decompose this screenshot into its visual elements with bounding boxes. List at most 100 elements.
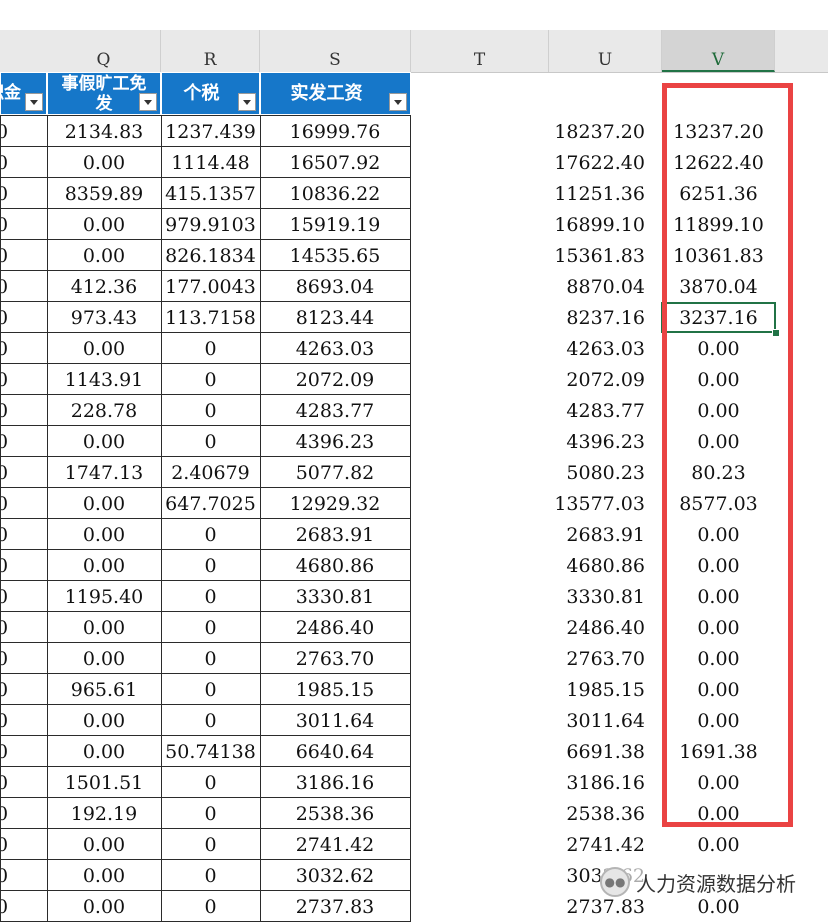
cell-r[interactable]: 0 [161, 612, 260, 643]
cell-u[interactable]: 13577.03 [549, 488, 649, 519]
cell-s[interactable]: 5077.82 [260, 457, 410, 488]
cell-r[interactable]: 50.74138 [161, 736, 260, 767]
cell-p[interactable]: 0 [0, 302, 47, 333]
cell-u[interactable]: 8237.16 [549, 302, 649, 333]
cell-q[interactable]: 8359.89 [47, 178, 161, 209]
cell-p[interactable]: 0 [0, 333, 47, 364]
cell-s[interactable]: 2683.91 [260, 519, 410, 550]
cell-p[interactable]: 0 [0, 271, 47, 302]
filter-dropdown-icon[interactable] [238, 93, 256, 111]
cell-q[interactable]: 0.00 [47, 147, 161, 178]
cell-p[interactable]: 0 [0, 705, 47, 736]
cell-q[interactable]: 2134.83 [47, 116, 161, 147]
header-cell-q[interactable]: 事假旷工免 发 [47, 72, 161, 115]
cell-u[interactable]: 11251.36 [549, 178, 649, 209]
cell-q[interactable]: 228.78 [47, 395, 161, 426]
cell-u[interactable]: 8870.04 [549, 271, 649, 302]
cell-s[interactable]: 4283.77 [260, 395, 410, 426]
cell-u[interactable]: 3186.16 [549, 767, 649, 798]
filter-dropdown-icon[interactable] [25, 93, 43, 111]
cell-p[interactable]: 0 [0, 364, 47, 395]
cell-q[interactable]: 0.00 [47, 209, 161, 240]
header-cell-r[interactable]: 个税 [161, 72, 260, 115]
cell-u[interactable]: 18237.20 [549, 116, 649, 147]
column-header-t[interactable]: T [411, 30, 549, 72]
cell-p[interactable]: 0 [0, 488, 47, 519]
cell-q[interactable]: 0.00 [47, 550, 161, 581]
cell-r[interactable]: 1114.48 [161, 147, 260, 178]
cell-q[interactable]: 0.00 [47, 612, 161, 643]
cell-s[interactable]: 2538.36 [260, 798, 410, 829]
cell-u[interactable]: 2072.09 [549, 364, 649, 395]
cell-r[interactable]: 0 [161, 860, 260, 891]
cell-u[interactable]: 3330.81 [549, 581, 649, 612]
cell-r[interactable]: 1237.439 [161, 116, 260, 147]
cell-r[interactable]: 0 [161, 674, 260, 705]
cell-s[interactable]: 10836.22 [260, 178, 410, 209]
cell-u[interactable]: 4283.77 [549, 395, 649, 426]
cell-s[interactable]: 8123.44 [260, 302, 410, 333]
cell-q[interactable]: 0.00 [47, 891, 161, 922]
cell-r[interactable]: 177.0043 [161, 271, 260, 302]
cell-r[interactable]: 0 [161, 581, 260, 612]
cell-s[interactable]: 3032.62 [260, 860, 410, 891]
cell-u[interactable]: 2486.40 [549, 612, 649, 643]
cell-r[interactable]: 0 [161, 829, 260, 860]
cell-u[interactable]: 2683.91 [549, 519, 649, 550]
cell-p[interactable]: 0 [0, 798, 47, 829]
cell-s[interactable]: 16999.76 [260, 116, 410, 147]
cell-q[interactable]: 0.00 [47, 426, 161, 457]
cell-q[interactable]: 1501.51 [47, 767, 161, 798]
cell-s[interactable]: 2486.40 [260, 612, 410, 643]
cell-q[interactable]: 965.61 [47, 674, 161, 705]
cell-u[interactable]: 6691.38 [549, 736, 649, 767]
column-header-v[interactable]: V [662, 30, 775, 72]
column-header-q[interactable]: Q [47, 30, 161, 72]
cell-s[interactable]: 3186.16 [260, 767, 410, 798]
cell-p[interactable]: 0 [0, 612, 47, 643]
cell-r[interactable]: 0 [161, 426, 260, 457]
cell-p[interactable]: 0 [0, 178, 47, 209]
cell-r[interactable]: 0 [161, 333, 260, 364]
cell-p[interactable]: 0 [0, 860, 47, 891]
cell-s[interactable]: 2737.83 [260, 891, 410, 922]
cell-p[interactable]: 0 [0, 891, 47, 922]
cell-p[interactable]: 0 [0, 674, 47, 705]
cell-s[interactable]: 4396.23 [260, 426, 410, 457]
cell-q[interactable]: 0.00 [47, 829, 161, 860]
cell-q[interactable]: 0.00 [47, 519, 161, 550]
cell-q[interactable]: 1143.91 [47, 364, 161, 395]
cell-s[interactable]: 6640.64 [260, 736, 410, 767]
cell-s[interactable]: 4263.03 [260, 333, 410, 364]
cell-u[interactable]: 2763.70 [549, 643, 649, 674]
cell-u[interactable]: 4396.23 [549, 426, 649, 457]
cell-u[interactable]: 4680.86 [549, 550, 649, 581]
column-header-u[interactable]: U [549, 30, 662, 72]
cell-p[interactable]: 0 [0, 829, 47, 860]
column-header-r[interactable]: R [161, 30, 260, 72]
cell-q[interactable]: 192.19 [47, 798, 161, 829]
header-cell-s[interactable]: 实发工资 [260, 72, 411, 115]
cell-s[interactable]: 2763.70 [260, 643, 410, 674]
cell-p[interactable]: 0 [0, 147, 47, 178]
cell-p[interactable]: 0 [0, 519, 47, 550]
cell-u[interactable]: 15361.83 [549, 240, 649, 271]
cell-s[interactable]: 3330.81 [260, 581, 410, 612]
cell-q[interactable]: 0.00 [47, 860, 161, 891]
cell-u[interactable]: 3011.64 [549, 705, 649, 736]
cell-r[interactable]: 0 [161, 767, 260, 798]
cell-p[interactable]: 0 [0, 426, 47, 457]
cell-q[interactable]: 973.43 [47, 302, 161, 333]
column-header-s[interactable]: S [260, 30, 411, 72]
cell-r[interactable]: 0 [161, 891, 260, 922]
filter-dropdown-icon[interactable] [389, 93, 407, 111]
cell-p[interactable]: 0 [0, 550, 47, 581]
cell-p[interactable]: 0 [0, 240, 47, 271]
cell-u[interactable]: 16899.10 [549, 209, 649, 240]
cell-v[interactable]: 0.00 [662, 829, 775, 860]
cell-p[interactable]: 0 [0, 395, 47, 426]
cell-q[interactable]: 1747.13 [47, 457, 161, 488]
cell-r[interactable]: 0 [161, 550, 260, 581]
cell-s[interactable]: 2072.09 [260, 364, 410, 395]
cell-u[interactable]: 17622.40 [549, 147, 649, 178]
